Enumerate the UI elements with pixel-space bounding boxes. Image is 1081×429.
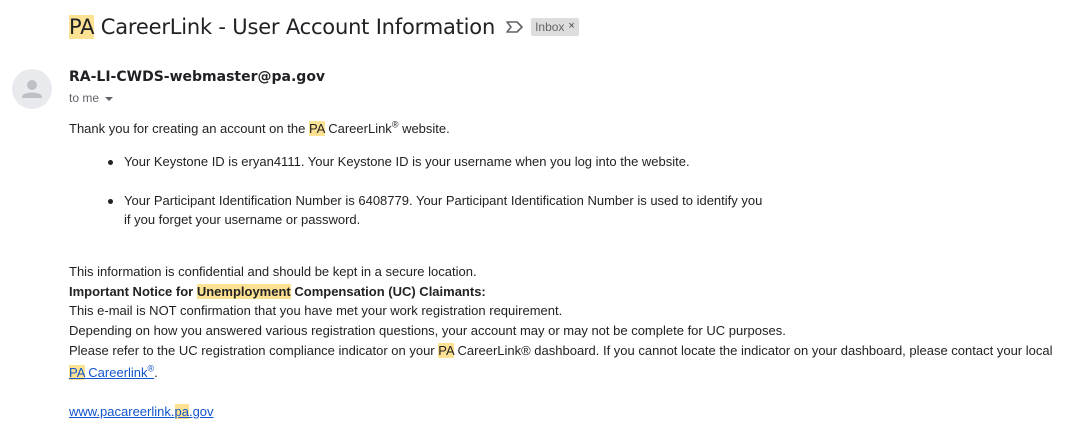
inbox-label-chip[interactable]: Inbox × (531, 18, 579, 36)
website-line: www.pacareerlink.pa.gov (69, 402, 214, 422)
participant-id-item-cont: if you forget your username or password. (124, 212, 361, 227)
refer-text: Please refer to the UC registration comp… (69, 343, 439, 358)
sender-email[interactable]: RA-LI-CWDS-webmaster@pa.gov (69, 69, 325, 85)
subject-rest: CareerLink - User Account Information (94, 15, 496, 39)
email-subject: PA CareerLink - User Account Information… (69, 10, 579, 44)
intro-careerlink: CareerLink (324, 121, 392, 136)
notice-text-end: Compensation (UC) Claimants: (290, 284, 486, 299)
notice-highlight: Unemployment (196, 284, 291, 299)
notice-text: Important Notice for (69, 284, 197, 299)
not-confirmation-line: This e-mail is NOT confirmation that you… (69, 303, 563, 318)
sender-avatar[interactable] (12, 69, 52, 109)
intro-end: website. (398, 121, 450, 136)
local-careerlink-link[interactable]: PA Careerlink® (69, 364, 154, 380)
subject-highlight: PA (69, 15, 95, 39)
depending-line: Depending on how you answered various re… (69, 323, 786, 338)
caret-down-icon[interactable] (105, 96, 114, 101)
refer-text-end: CareerLink® dashboard. If you cannot loc… (453, 343, 1053, 358)
participant-id-item: Your Participant Identification Number i… (124, 193, 763, 208)
intro-line: Thank you for creating an account on the… (69, 119, 450, 139)
recipient-text: to me (69, 91, 100, 105)
confidential-line: This information is confidential and sho… (69, 264, 477, 279)
period: . (154, 365, 158, 380)
link-text: Careerlink (84, 365, 148, 380)
recipient-details-toggle[interactable]: to me (69, 91, 114, 105)
link-highlight: PA (69, 365, 85, 380)
site-highlight: pa (174, 404, 189, 419)
inbox-label-text: Inbox (535, 19, 565, 34)
refer-highlight: PA (438, 343, 454, 358)
bullet-dot (108, 160, 113, 165)
intro-highlight: PA (308, 121, 325, 136)
bullet-dot (108, 199, 113, 204)
site-text-end: .gov (188, 404, 214, 419)
important-marker-icon[interactable] (505, 20, 525, 34)
refer-line: Please refer to the UC registration comp… (69, 341, 1052, 361)
remove-label-icon[interactable]: × (568, 21, 574, 32)
subject-title: PA CareerLink - User Account Information (69, 15, 495, 39)
person-avatar-icon (22, 80, 42, 98)
intro-text: Thank you for creating an account on the (69, 121, 309, 136)
website-link[interactable]: www.pacareerlink.pa.gov (69, 404, 214, 419)
keystone-id-item: Your Keystone ID is eryan4111. Your Keys… (124, 154, 690, 169)
local-careerlink-line: PA Careerlink®. (69, 363, 158, 383)
notice-heading: Important Notice for Unemployment Compen… (69, 282, 486, 302)
site-text: www.pacareerlink. (69, 404, 175, 419)
